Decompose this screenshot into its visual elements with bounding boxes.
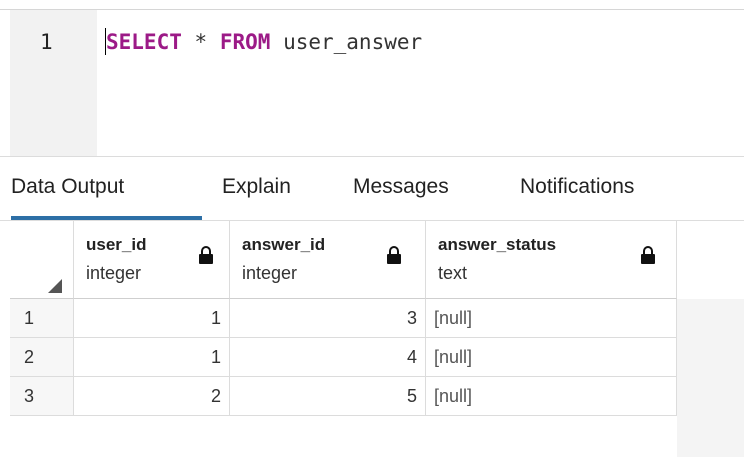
row-number[interactable]: 1	[10, 299, 74, 338]
sql-star: *	[194, 30, 208, 54]
tab-messages[interactable]: Messages	[353, 175, 449, 199]
grid-corner-header[interactable]	[10, 221, 74, 299]
cell-answer-status[interactable]: [null]	[426, 299, 677, 338]
cell-user-id[interactable]: 1	[74, 299, 230, 338]
output-tabs: Data Output Explain Messages Notificatio…	[0, 157, 744, 221]
column-header-answer-status[interactable]: answer_status text	[426, 221, 677, 299]
table-row[interactable]: 2 1 4 [null]	[10, 338, 677, 377]
column-name: user_id	[86, 235, 147, 254]
query-editor[interactable]: 1 SELECT * FROM user_answer	[0, 0, 744, 157]
sql-keyword-from: FROM	[219, 30, 271, 54]
table-row[interactable]: 1 1 3 [null]	[10, 299, 677, 338]
tab-explain[interactable]: Explain	[222, 175, 291, 199]
select-all-triangle-icon[interactable]	[48, 279, 62, 293]
column-header-user-id[interactable]: user_id integer	[74, 221, 230, 299]
cell-user-id[interactable]: 1	[74, 338, 230, 377]
lock-icon	[199, 246, 213, 264]
column-type: integer	[86, 263, 142, 283]
cell-user-id[interactable]: 2	[74, 377, 230, 416]
grid-empty-area	[677, 299, 744, 457]
row-number[interactable]: 3	[10, 377, 74, 416]
editor-top-border	[0, 9, 744, 10]
cell-answer-status[interactable]: [null]	[426, 377, 677, 416]
tab-data-output[interactable]: Data Output	[11, 175, 124, 199]
column-type: integer	[242, 263, 298, 283]
sql-keyword-select: SELECT	[106, 30, 182, 54]
lock-icon	[387, 246, 401, 264]
table-row[interactable]: 3 2 5 [null]	[10, 377, 677, 416]
row-number[interactable]: 2	[10, 338, 74, 377]
line-number-gutter	[10, 10, 97, 156]
cell-answer-id[interactable]: 5	[230, 377, 426, 416]
column-name: answer_status	[438, 235, 557, 254]
sql-table-name: user_answer	[283, 30, 423, 54]
tab-notifications[interactable]: Notifications	[520, 175, 634, 199]
column-type: text	[438, 263, 468, 283]
cell-answer-status[interactable]: [null]	[426, 338, 677, 377]
lock-icon	[641, 246, 655, 264]
code-line[interactable]: SELECT * FROM user_answer	[106, 30, 422, 54]
cell-answer-id[interactable]: 4	[230, 338, 426, 377]
line-number: 1	[40, 30, 53, 54]
cell-answer-id[interactable]: 3	[230, 299, 426, 338]
column-name: answer_id	[242, 235, 326, 254]
results-grid: user_id integer answer_id integer answer…	[10, 221, 744, 457]
column-header-answer-id[interactable]: answer_id integer	[230, 221, 426, 299]
